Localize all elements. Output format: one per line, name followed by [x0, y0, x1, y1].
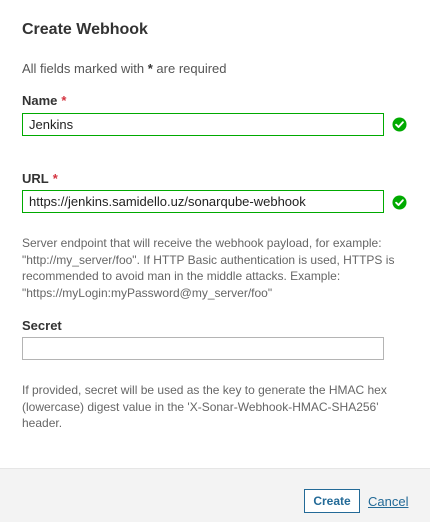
required-fields-note: All fields marked with * are required: [22, 61, 227, 76]
name-label-text: Name: [22, 93, 58, 108]
create-webhook-modal: Create Webhook All fields marked with * …: [0, 0, 430, 522]
url-input[interactable]: [22, 190, 384, 213]
name-valid-check-icon: [392, 117, 407, 132]
url-label: URL *: [22, 171, 58, 186]
name-required-mark: *: [61, 93, 67, 108]
cancel-link[interactable]: Cancel: [368, 494, 408, 509]
url-required-mark: *: [52, 171, 58, 186]
url-help-text: Server endpoint that will receive the we…: [22, 236, 395, 300]
required-note-star: *: [147, 61, 153, 76]
modal-title: Create Webhook: [22, 21, 148, 38]
required-note-suffix: are required: [156, 61, 227, 76]
secret-label: Secret: [22, 318, 62, 333]
required-note-prefix: All fields marked with: [22, 61, 145, 76]
name-label: Name *: [22, 93, 66, 108]
secret-input[interactable]: [22, 337, 384, 360]
modal-footer: Create Cancel: [0, 468, 430, 522]
url-valid-check-icon: [392, 195, 407, 210]
secret-help-text: If provided, secret will be used as the …: [22, 383, 387, 430]
url-label-text: URL: [22, 171, 49, 186]
create-button[interactable]: Create: [304, 489, 360, 513]
name-input[interactable]: [22, 113, 384, 136]
